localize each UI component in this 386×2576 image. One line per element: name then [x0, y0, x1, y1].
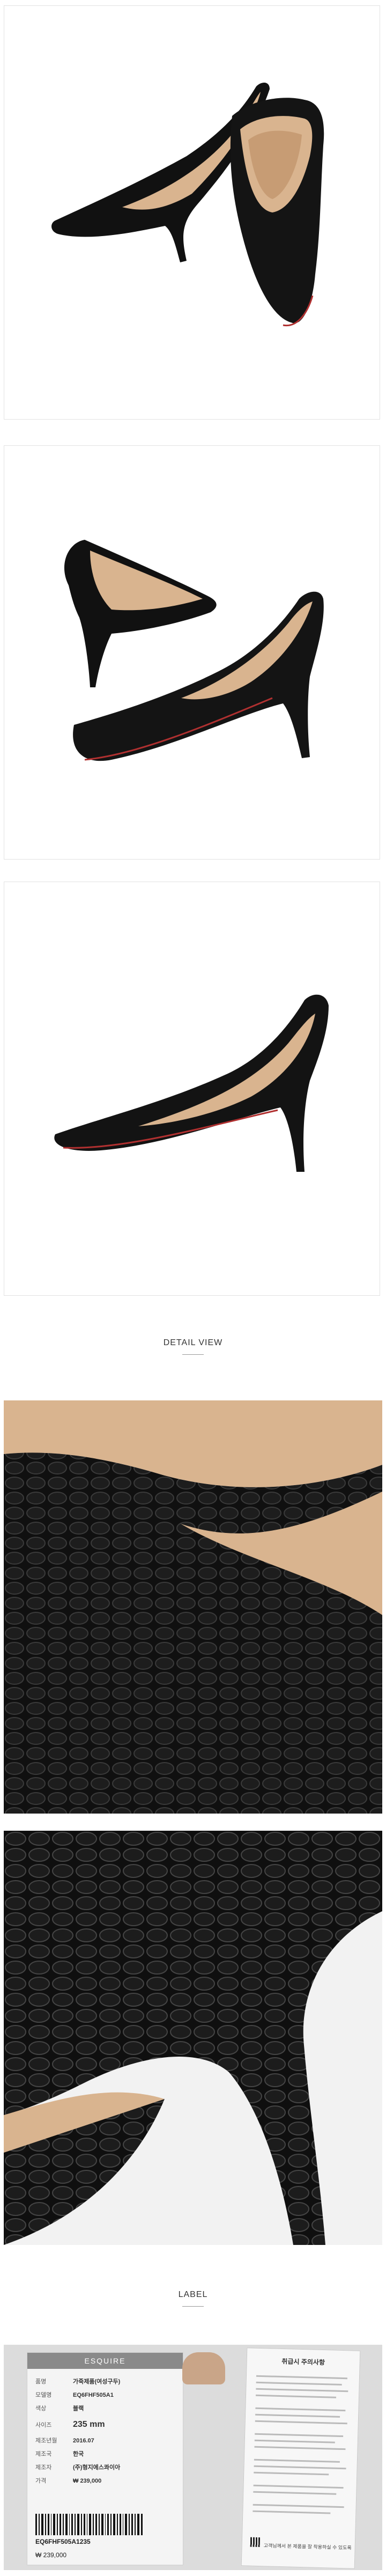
tag-brand: ESQUIRE [27, 2353, 183, 2369]
label-heading: LABEL [178, 2290, 208, 2299]
care-text-line [254, 2471, 329, 2476]
tag-row-size: 사이즈 235 mm [35, 2420, 105, 2429]
tag-row-item-name: 품명 가죽제품(여성구두) [35, 2379, 121, 2385]
barcode-graphic [35, 2514, 143, 2535]
product-photo-top-view [4, 5, 380, 420]
care-title: 취급시 주의사항 [281, 2358, 325, 2367]
tag-row-manufacture-date: 제조년월 2016.07 [35, 2438, 94, 2444]
care-text-line [256, 2375, 347, 2380]
detail-view-heading: DETAIL VIEW [163, 1338, 223, 1347]
care-text-line [255, 2413, 340, 2418]
product-photo-pair-side-view [4, 445, 380, 860]
care-text-line [253, 2491, 337, 2495]
tag-row-price: 가격 ₩ 239,000 [35, 2478, 102, 2484]
tag-row-model: 모델명 EQ6FHF505A1 [35, 2392, 114, 2398]
care-text-line [256, 2388, 348, 2392]
care-text-line [254, 2446, 346, 2450]
care-instructions-card: 취급시 주의사항 고객님께서 본 제품을 잘 착용하실 수 있도록 [241, 2347, 361, 2569]
care-text-line [255, 2433, 344, 2438]
tag-row-manufacturer: 제조자 (주)형지에스콰이아 [35, 2464, 121, 2471]
care-text-line [253, 2504, 344, 2508]
barcode-number: EQ6FHF505A1235 [35, 2538, 91, 2545]
care-text-line [254, 2439, 335, 2443]
care-text-line [255, 2420, 347, 2425]
qr-code-icon [250, 2537, 261, 2548]
detail-photo-heel-closeup [4, 1831, 382, 2245]
care-text-line [254, 2465, 346, 2470]
detail-photo-toe-closeup [4, 1400, 382, 1814]
tag-row-color: 색상 블랙 [35, 2405, 84, 2412]
product-photo-single-side-view [4, 882, 380, 1296]
care-note: 고객님께서 본 제품을 잘 착용하실 수 있도록 [263, 2543, 352, 2551]
tag-row-origin: 제조국 한국 [35, 2451, 84, 2457]
care-text-line [254, 2458, 340, 2463]
care-text-line [253, 2484, 344, 2489]
care-text-line [255, 2407, 346, 2412]
care-text-line [256, 2394, 337, 2398]
care-text-line [256, 2381, 342, 2386]
hand-photo-detail [182, 2352, 225, 2384]
label-divider [182, 2306, 204, 2307]
tag-price-bottom: ₩ 239,000 [35, 2551, 67, 2559]
product-price-tag: ESQUIRE 품명 가죽제품(여성구두) 모델명 EQ6FHF505A1 색상 블랙… [27, 2352, 183, 2565]
detail-view-divider [182, 1354, 204, 1355]
care-text-line [253, 2510, 331, 2514]
